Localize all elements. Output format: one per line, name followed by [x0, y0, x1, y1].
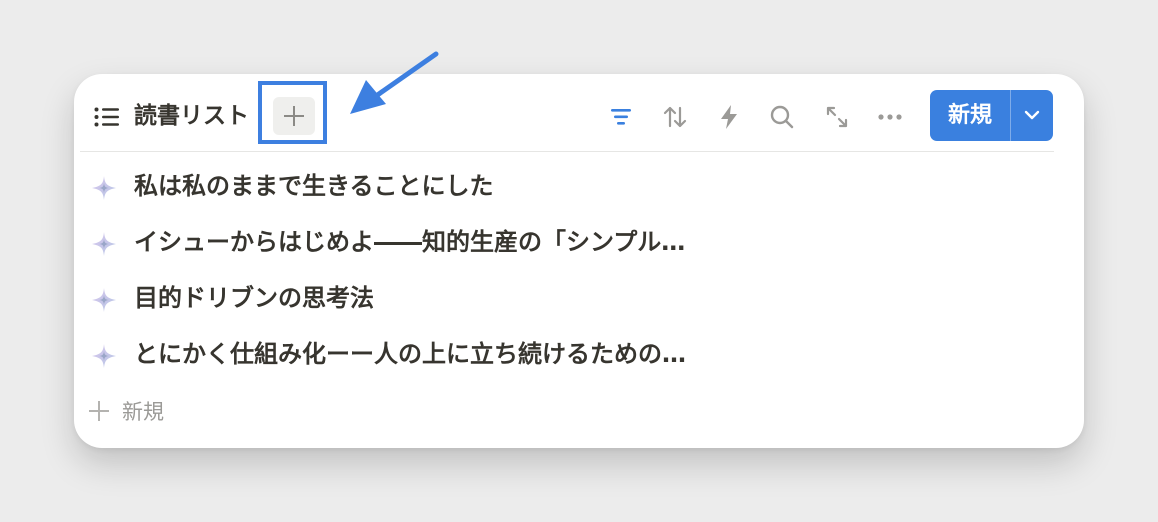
add-row-button[interactable]: 新規 — [74, 392, 374, 432]
sparkle-icon — [90, 342, 118, 370]
list-item[interactable]: 私は私のままで生きることにした — [74, 160, 1084, 216]
plus-icon — [89, 401, 109, 421]
sparkle-icon — [90, 230, 118, 258]
row-title: イシューからはじめよ――知的生産の「シンプル… — [134, 228, 686, 256]
new-button[interactable]: 新規 — [930, 90, 1010, 141]
header-divider — [80, 151, 1054, 152]
arrow-icon — [350, 51, 439, 114]
automation-icon[interactable] — [714, 102, 744, 132]
database-header: 読書リスト 新規 — [74, 74, 1084, 152]
database-title[interactable]: 読書リスト — [134, 100, 249, 132]
sparkle-icon — [90, 174, 118, 202]
search-icon[interactable] — [767, 102, 797, 132]
list-item[interactable]: 目的ドリブンの思考法 — [74, 272, 1084, 328]
new-button-group: 新規 — [930, 90, 1053, 141]
list-item[interactable]: とにかく仕組み化ーー人の上に立ち続けるための… — [74, 328, 1084, 384]
more-icon[interactable] — [875, 102, 905, 132]
row-title: とにかく仕組み化ーー人の上に立ち続けるための… — [134, 340, 686, 368]
expand-icon[interactable] — [822, 102, 852, 132]
filter-icon[interactable] — [606, 102, 636, 132]
new-dropdown-button[interactable] — [1011, 90, 1053, 141]
row-title: 目的ドリブンの思考法 — [134, 284, 374, 312]
row-list: 私は私のままで生きることにした イシューからはじめよ――知的生産の「シンプル… … — [74, 160, 1084, 384]
list-icon[interactable] — [94, 107, 120, 127]
chevron-down-icon — [1024, 110, 1040, 120]
sparkle-icon — [90, 286, 118, 314]
database-card: 読書リスト 新規 私は私のままで生きることにした イシューからはじめよ――知的生… — [74, 74, 1084, 448]
highlight-box — [258, 81, 327, 144]
add-row-label: 新規 — [122, 400, 164, 424]
sort-icon[interactable] — [660, 102, 690, 132]
list-item[interactable]: イシューからはじめよ――知的生産の「シンプル… — [74, 216, 1084, 272]
row-title: 私は私のままで生きることにした — [134, 172, 494, 200]
